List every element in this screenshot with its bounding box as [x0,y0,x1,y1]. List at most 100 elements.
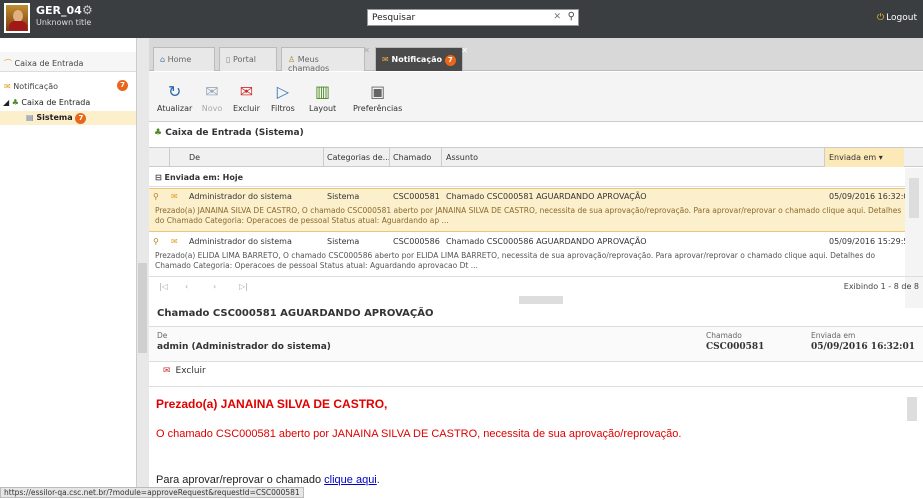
from-value: admin (Administrador do sistema) [157,342,331,352]
prev-page-icon[interactable]: ‹ [185,282,188,291]
approve-link[interactable]: clique aqui [324,474,377,486]
mail-flag-icon[interactable]: ⚲ [153,192,159,201]
scrollbar-thumb[interactable] [909,178,919,218]
group-row-today[interactable]: ⊟ Enviada em: Hoje [149,168,923,187]
vertical-splitter[interactable] [137,38,149,488]
gear-icon[interactable]: ⚙ [82,3,93,17]
search-icon[interactable]: ⚲ [568,11,575,22]
row-ticket: CSC000581 [393,192,440,201]
tab-notifications[interactable]: ✉ Notificação 7 ✕ [375,46,468,71]
body-action-prefix: Para aprovar/reprovar o chamado [156,474,325,486]
envelope-icon: ✉ [171,237,178,246]
body-greeting: Prezado(a) JANAINA SILVA DE CASTRO, [156,397,388,411]
filters-button[interactable]: ▷ Filtros [271,82,295,113]
row-preview: Prezado(a) ELIDA LIMA BARRETO, O chamado… [155,251,876,270]
last-page-icon[interactable]: ▷| [239,282,248,291]
inbox-title: ♣ Caixa de Entrada (Sistema) [154,128,304,138]
tab-my-tickets-label: Meus chamados [288,55,330,73]
inbox-section[interactable]: ⌒ Caixa de Entrada [0,52,136,72]
inbox-section-label: Caixa de Entrada [14,59,84,68]
column-from[interactable]: De [189,153,200,162]
delete-button[interactable]: ✉ Excluir [233,82,260,113]
search-input[interactable] [368,10,538,25]
row-date: 05/09/2016 15:29:59 [829,237,914,246]
detail-title: Chamado CSC000581 AGUARDANDO APROVAÇÃO [157,308,434,319]
ticket-value: CSC000581 [706,342,765,352]
horizontal-splitter[interactable] [519,296,563,304]
new-label: Novo [201,104,223,113]
row-preview: Prezado(a) JANAINA SILVA DE CASTRO, O ch… [155,206,902,225]
notification-section[interactable]: ✉ Notificação 7 [0,76,136,96]
filters-label: Filtros [271,104,295,113]
detail-delete-label: Excluir [175,366,206,376]
tree-inbox-label: Caixa de Entrada [21,98,91,107]
preferences-button[interactable]: ▣ Preferências [353,82,402,113]
toolbar: ↻ Atualizar ✉ Novo ✉ Excluir ▷ Filtros ▥… [149,72,923,122]
tab-portal[interactable]: ▯ Portal [219,47,277,71]
pager: |◁ ‹ › ▷| Exibindo 1 - 8 de 8 [149,276,923,296]
body-action-suffix: . [376,474,380,486]
refresh-label: Atualizar [157,104,193,113]
tree-item-inbox[interactable]: ◢ ♣ Caixa de Entrada [3,98,90,107]
tab-bar: ⌂ Home ▯ Portal ♙ Meus chamados ✕ ✉ Noti… [149,38,923,73]
splitter-grip[interactable] [138,263,147,353]
row-subject: Chamado CSC000581 AGUARDANDO APROVAÇÃO [446,192,647,201]
mail-flag-icon[interactable]: ⚲ [153,237,159,246]
tree-item-system[interactable]: ▤ Sistema 7 [0,111,136,125]
row-ticket: CSC000586 [393,237,440,246]
system-count-badge: 7 [75,113,87,124]
delete-mail-icon: ✉ [239,82,254,101]
user-avatar[interactable] [4,3,30,33]
sent-label: Enviada em [811,331,856,340]
user-name[interactable]: GER_04 [36,4,82,17]
inbox-folder-icon: ♣ [154,128,163,138]
column-ticket[interactable]: Chamado [393,153,431,162]
detail-delete-button[interactable]: ✉ Excluir [163,366,206,376]
sent-value: 05/09/2016 16:32:01 [811,342,916,352]
layout-label: Layout [309,104,337,113]
envelope-icon: ✉ [4,82,11,91]
logout-button[interactable]: ⏻ Logout [877,13,917,23]
layout-button[interactable]: ▥ Layout [309,82,336,113]
layout-icon: ▥ [315,82,331,101]
body-line: O chamado CSC000581 aberto por JANAINA S… [156,428,682,440]
main-panel: ⌂ Home ▯ Portal ♙ Meus chamados ✕ ✉ Noti… [149,38,923,498]
column-categories[interactable]: Categorias de... [327,153,390,162]
new-button[interactable]: ✉ Novo [201,82,223,113]
left-panel: ⌒ Caixa de Entrada ✉ Notificação 7 ◢ ♣ C… [0,38,137,488]
inbox-icon: ⌒ [4,59,12,68]
collapse-icon[interactable]: ⊟ [155,173,162,182]
new-mail-icon: ✉ [205,82,219,101]
row-date: 05/09/2016 16:32:01 [829,192,914,201]
pager-info: Exibindo 1 - 8 de 8 [843,282,919,291]
clear-icon[interactable]: ✕ [553,12,561,22]
table-row[interactable]: ⚲ ✉ Administrador do sistema Sistema CSC… [149,188,914,232]
next-page-icon[interactable]: › [213,282,216,291]
tab-my-tickets[interactable]: ♙ Meus chamados ✕ [281,46,370,73]
delete-label: Excluir [233,104,260,113]
mail-body: Prezado(a) JANAINA SILVA DE CASTRO, O ch… [149,386,923,498]
column-sent[interactable]: Enviada em ▾ [829,153,883,162]
table-row[interactable]: ⚲ ✉ Administrador do sistema Sistema CSC… [149,234,914,276]
refresh-icon: ↻ [167,82,182,101]
tab-notifications-label: Notificação [391,55,442,64]
mail-scrollbar[interactable] [907,397,917,421]
first-page-icon[interactable]: |◁ [159,282,168,291]
row-category: Sistema [327,237,360,246]
column-subject[interactable]: Assunto [446,153,478,162]
close-icon[interactable]: ✕ [461,46,468,55]
refresh-button[interactable]: ↻ Atualizar [157,82,192,113]
row-from: Administrador do sistema [189,192,292,201]
tab-home-label: Home [167,55,192,64]
search-box: ✕ ⚲ [367,9,579,26]
tab-portal-label: Portal [232,55,256,64]
user-title: Unknown title [36,18,92,27]
logout-label: Logout [886,13,917,23]
detail-header: De admin (Administrador do sistema) Cham… [149,326,923,362]
notification-count-badge: 7 [117,80,128,91]
from-label: De [157,331,168,340]
envelope-icon: ✉ [382,55,389,64]
close-icon[interactable]: ✕ [363,46,370,55]
tree-expand-icon[interactable]: ◢ [3,98,9,107]
tab-home[interactable]: ⌂ Home [153,47,215,71]
